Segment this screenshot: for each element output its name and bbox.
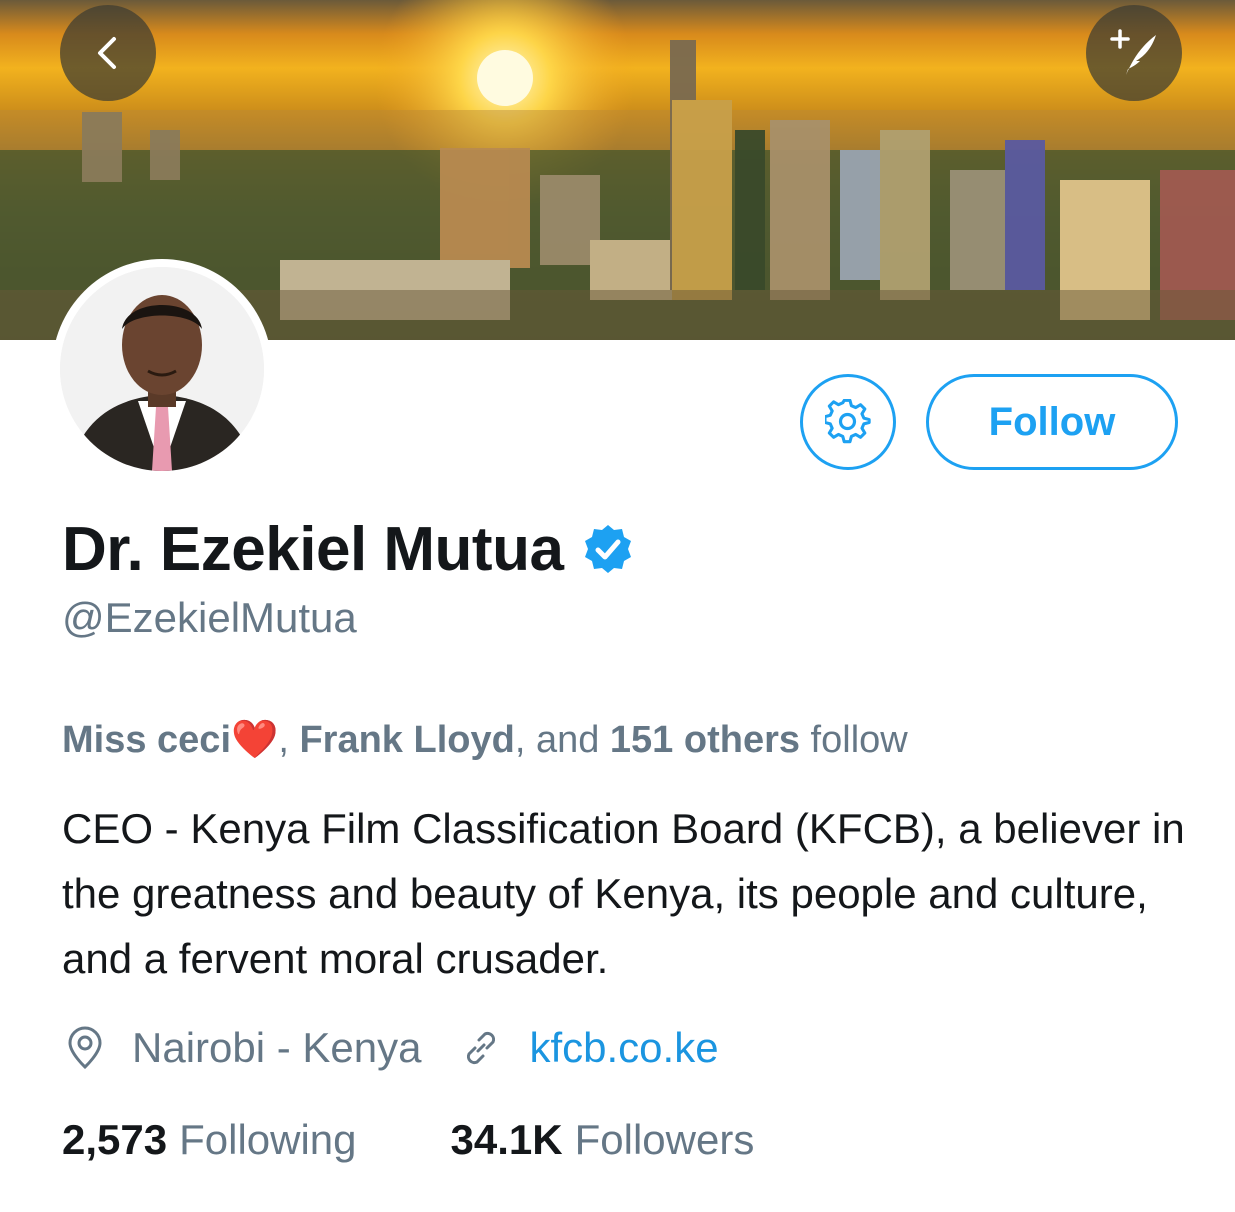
website-link[interactable]: kfcb.co.ke [529,1024,718,1072]
mutual-follower-name[interactable]: Miss ceci [62,719,231,761]
followers-stat[interactable]: 34.1K Followers [451,1116,755,1164]
profile-bio: CEO - Kenya Film Classification Board (K… [62,805,1185,982]
followers-you-know[interactable]: Miss ceci❤️, Frank Lloyd, and 151 others… [62,718,908,762]
profile-website[interactable]: kfcb.co.ke [457,1024,719,1072]
compose-tweet-icon [1110,29,1156,75]
followers-label: Followers [574,1116,755,1163]
avatar-photo [60,267,264,471]
followed-by-separator: , [278,719,300,761]
followers-count: 34.1K [450,1116,563,1163]
chevron-left-icon [98,37,116,69]
link-icon [467,1031,496,1065]
following-count: 2,573 [62,1116,168,1163]
heart-emoji-icon: ❤️ [231,719,279,761]
mutual-followers-count[interactable]: 151 others [610,719,800,761]
back-button[interactable] [60,5,156,101]
profile-meta: Nairobi - Kenya kfcb.co.ke [62,1024,719,1072]
following-label: Following [179,1116,357,1163]
compose-tweet-button[interactable] [1086,5,1182,101]
username-handle: @EzekielMutua [62,594,357,641]
location-text: Nairobi - Kenya [132,1024,422,1071]
profile-location: Nairobi - Kenya [62,1024,421,1072]
mutual-follower-name[interactable]: Frank Lloyd [299,719,514,761]
profile-stats: 2,573 Following 34.1K Followers [62,1116,754,1164]
location-pin-icon [68,1026,102,1070]
following-stat[interactable]: 2,573 Following [62,1116,357,1164]
profile-settings-button[interactable] [800,374,896,470]
follow-button[interactable]: Follow [926,374,1178,470]
followed-by-text: follow [800,719,908,761]
display-name: Dr. Ezekiel Mutua [62,515,564,584]
gear-icon [825,399,871,444]
avatar[interactable] [52,259,272,479]
profile-name-row: Dr. Ezekiel Mutua [62,514,635,585]
followed-by-text: , and [514,719,610,761]
verified-badge-icon [581,523,635,577]
